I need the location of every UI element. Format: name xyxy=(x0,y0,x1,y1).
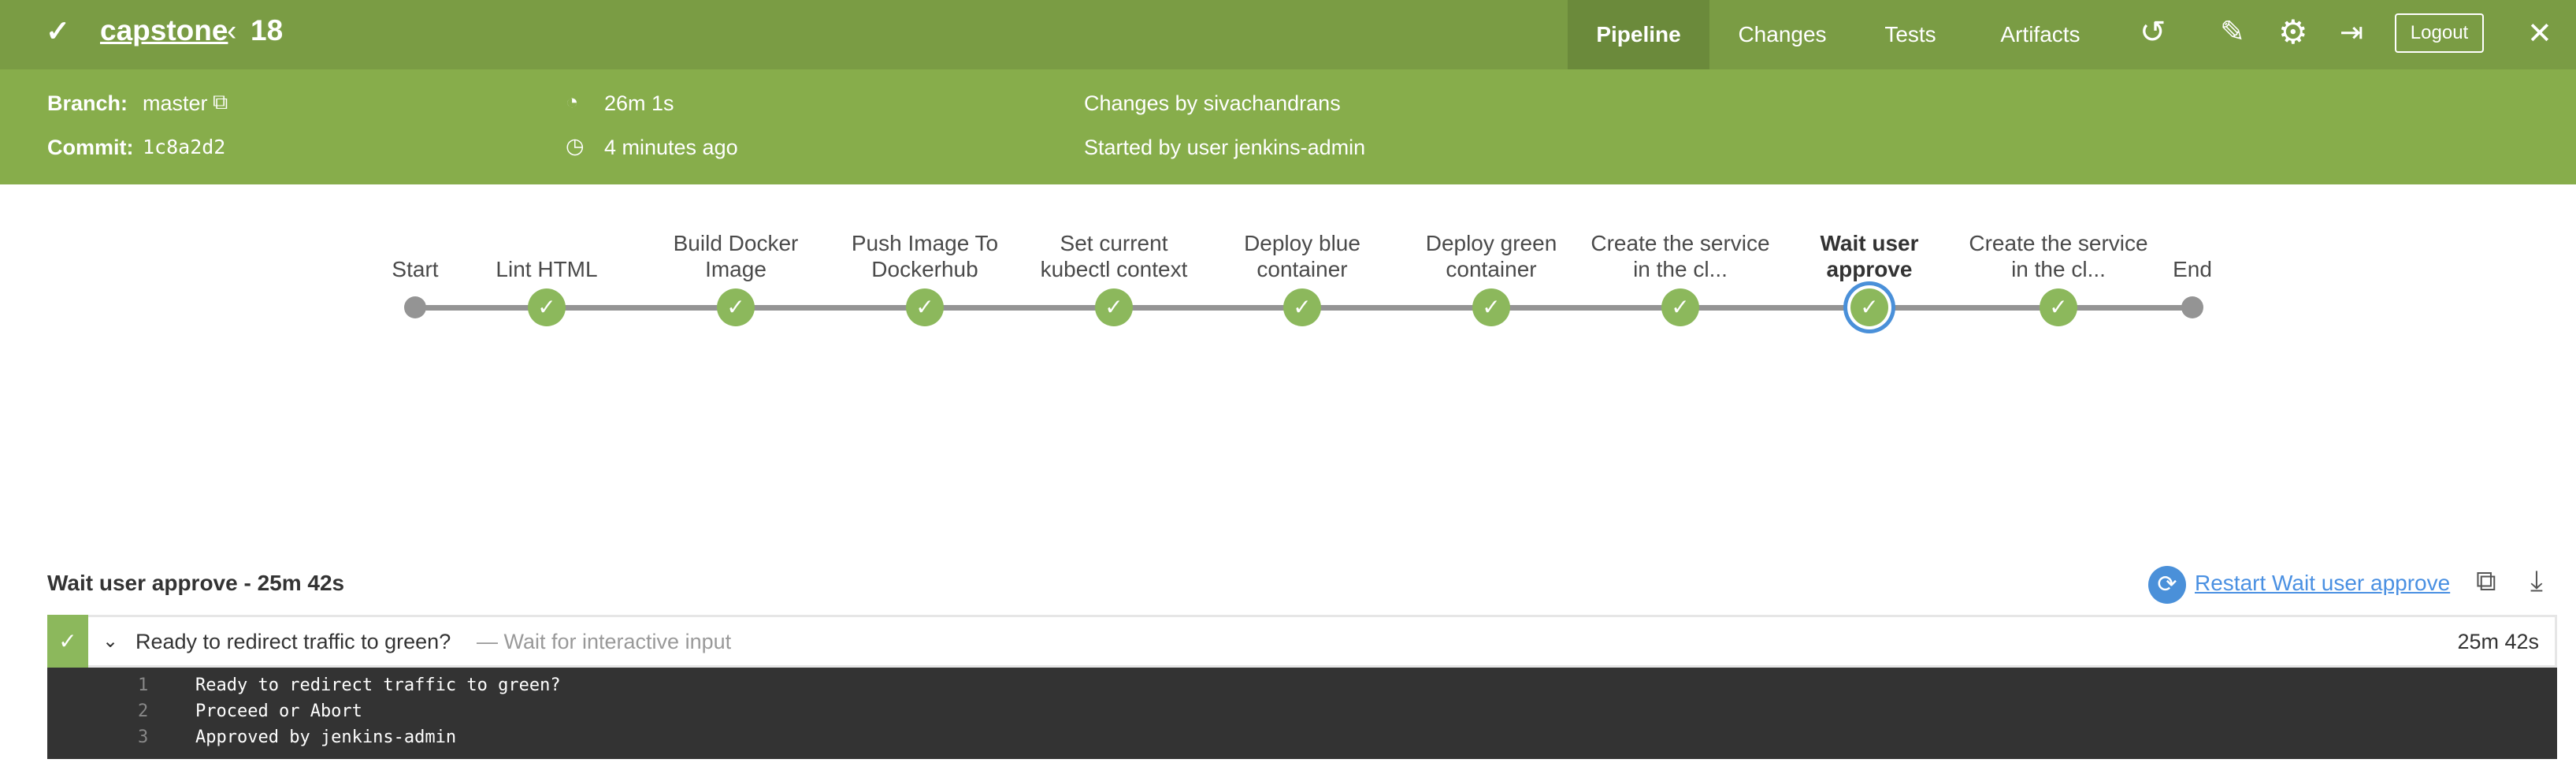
stage-label[interactable]: Build Docker xyxy=(641,230,830,256)
stage-success-node[interactable]: ✓ xyxy=(906,288,944,326)
check-icon: ✓ xyxy=(726,295,745,319)
changes-by: Changes by sivachandrans xyxy=(1084,91,1341,115)
step-description: — Wait for interactive input xyxy=(477,630,732,653)
check-icon: ✓ xyxy=(915,295,934,319)
stage-label[interactable]: Create the service xyxy=(1964,230,2153,256)
step-duration: 25m 42s xyxy=(2457,630,2539,653)
stage-terminal-node xyxy=(2181,296,2203,318)
pipeline-graph: Start Lint HTML ✓ Build Docker Image ✓ Push Im… xyxy=(0,184,2576,389)
run-number: 18 xyxy=(251,14,284,47)
duration: 26m 1s xyxy=(604,91,674,115)
duration-icon: ◔ xyxy=(566,90,579,113)
stage-label[interactable]: Set current xyxy=(1019,230,1208,256)
rerun-icon[interactable]: ↺ xyxy=(2140,14,2166,50)
check-icon: ✓ xyxy=(1104,295,1123,319)
stage-success-node[interactable]: ✓ xyxy=(1850,288,1888,326)
check-icon: ✓ xyxy=(1482,295,1501,319)
check-icon: ✓ xyxy=(1860,295,1879,319)
success-check-icon: ✓ xyxy=(46,15,71,47)
stage-label[interactable]: End xyxy=(2098,256,2287,282)
logout-button[interactable]: Logout xyxy=(2395,13,2484,53)
step-success-icon: ✓ xyxy=(47,615,88,668)
started-by: Started by user jenkins-admin xyxy=(1084,136,1366,159)
log-title: Wait user approve - 25m 42s xyxy=(47,571,345,595)
stage-success-node[interactable]: ✓ xyxy=(528,288,566,326)
stage-label[interactable]: container xyxy=(1397,256,1586,282)
line-number: 3 xyxy=(138,727,149,747)
line-number: 1 xyxy=(138,675,149,695)
check-icon: ✓ xyxy=(2049,295,2068,319)
tab-pipeline[interactable]: Pipeline xyxy=(1568,0,1709,69)
log-output: 1 Ready to redirect traffic to green? 2 … xyxy=(47,668,2557,759)
commit-label: Commit: xyxy=(47,136,134,159)
stage-success-node[interactable]: ✓ xyxy=(1661,288,1699,326)
chevron-left-icon[interactable]: ‹ xyxy=(227,14,236,47)
stage-label[interactable]: approve xyxy=(1775,256,1964,282)
restart-icon[interactable]: ⟳ xyxy=(2148,566,2186,604)
stage-label[interactable]: Image xyxy=(641,256,830,282)
tab-tests[interactable]: Tests xyxy=(1867,0,1954,69)
log-line: Proceed or Abort xyxy=(195,701,362,721)
commit-value: 1c8a2d2 xyxy=(143,136,226,158)
stage-success-node[interactable]: ✓ xyxy=(717,288,755,326)
branch-label: Branch: xyxy=(47,91,128,115)
top-bar: ✓ capstone ‹ 18 Pipeline Changes Tests A… xyxy=(0,0,2576,69)
stage-label[interactable]: Dockerhub xyxy=(830,256,1019,282)
log-line: Ready to redirect traffic to green? xyxy=(195,675,561,695)
stage-label[interactable]: Deploy blue xyxy=(1208,230,1397,256)
tab-artifacts[interactable]: Artifacts xyxy=(1981,0,2099,69)
restart-stage-link[interactable]: Restart Wait user approve xyxy=(2195,571,2450,596)
stage-label[interactable]: Create the service xyxy=(1586,230,1775,256)
check-icon: ✓ xyxy=(1293,295,1312,319)
exit-icon[interactable]: ⇥ xyxy=(2340,16,2363,49)
branch-value[interactable]: master xyxy=(143,91,208,116)
step-row[interactable]: ⌄ Ready to redirect traffic to green? — … xyxy=(47,615,2557,668)
clock-icon: ◷ xyxy=(566,134,585,158)
check-icon: ✓ xyxy=(537,295,556,319)
run-meta: Branch: master ⧉ Commit: 1c8a2d2 ◔ 26m 1… xyxy=(0,69,2576,184)
stage-label[interactable]: Push Image To xyxy=(830,230,1019,256)
external-link-icon[interactable]: ⧉ xyxy=(213,90,228,115)
stage-label[interactable]: container xyxy=(1208,256,1397,282)
tab-changes[interactable]: Changes xyxy=(1725,0,1839,69)
log-line: Approved by jenkins-admin xyxy=(195,727,457,747)
check-icon: ✓ xyxy=(1671,295,1690,319)
stage-label[interactable]: Deploy green xyxy=(1397,230,1586,256)
stage-label[interactable]: Lint HTML xyxy=(452,256,641,282)
stage-success-node[interactable]: ✓ xyxy=(1283,288,1321,326)
line-number: 2 xyxy=(138,701,149,721)
open-external-icon[interactable]: ⧉ xyxy=(2476,564,2496,598)
stage-success-node[interactable]: ✓ xyxy=(1472,288,1510,326)
started-time: 4 minutes ago xyxy=(604,136,738,159)
download-icon[interactable]: ⤓ xyxy=(2530,564,2543,598)
step-label: Ready to redirect traffic to green? xyxy=(135,630,451,653)
stage-label[interactable]: kubectl context xyxy=(1019,256,1208,282)
chevron-down-icon[interactable]: ⌄ xyxy=(102,630,118,653)
gear-icon[interactable]: ⚙ xyxy=(2278,13,2308,51)
stage-label[interactable]: Wait user xyxy=(1775,230,1964,256)
pencil-icon[interactable]: ✎ xyxy=(2220,14,2245,50)
stage-success-node[interactable]: ✓ xyxy=(1095,288,1133,326)
stage-terminal-node xyxy=(404,296,426,318)
project-link[interactable]: capstone xyxy=(100,14,228,47)
stage-label[interactable]: in the cl... xyxy=(1586,256,1775,282)
close-icon[interactable]: ✕ xyxy=(2527,16,2552,51)
stage-success-node[interactable]: ✓ xyxy=(2040,288,2077,326)
